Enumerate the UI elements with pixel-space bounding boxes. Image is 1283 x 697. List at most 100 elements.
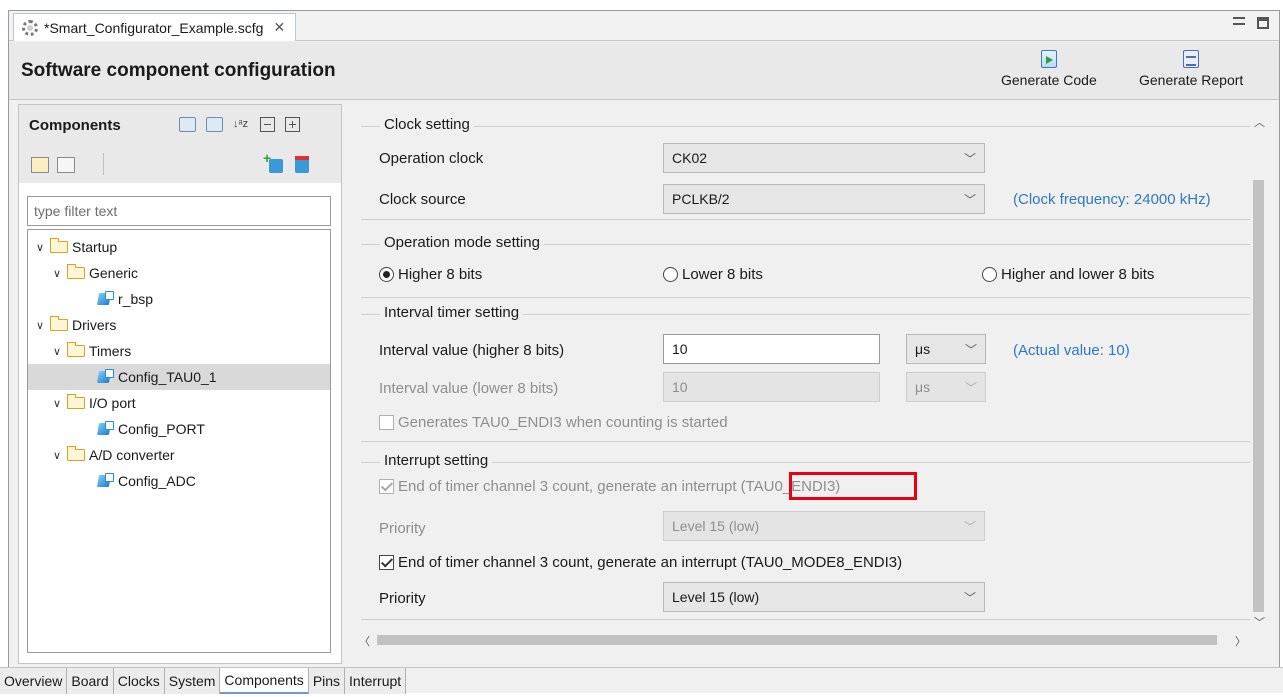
- tree-item-label: A/D converter: [89, 447, 175, 463]
- tree-item-r-bsp[interactable]: r_bsp: [28, 286, 330, 312]
- tree-item-label: Config_PORT: [118, 421, 205, 437]
- scroll-left-icon[interactable]: 〈: [359, 633, 370, 649]
- checkbox: [379, 479, 394, 494]
- clock-source-value: PCLKB/2: [672, 191, 730, 207]
- folder-icon: [50, 316, 68, 331]
- generate-report-button[interactable]: Generate Report: [1139, 50, 1243, 88]
- category-view-icon[interactable]: [31, 157, 49, 173]
- tab-board[interactable]: Board: [67, 668, 114, 694]
- tree-item-config-tau0-1[interactable]: Config_TAU0_1: [28, 364, 330, 390]
- maximize-icon[interactable]: [1257, 17, 1269, 29]
- tree-item-a-d-converter[interactable]: ∨ A/D converter: [28, 442, 330, 468]
- import-icon[interactable]: [179, 117, 196, 132]
- horizontal-scroll-thumb[interactable]: [377, 635, 1217, 645]
- radio-higher-label: Higher 8 bits: [398, 266, 483, 283]
- component-icon: [96, 473, 114, 488]
- chevron-down-icon: ﹀: [963, 519, 976, 534]
- scroll-right-icon[interactable]: 〉: [1235, 633, 1246, 649]
- chevron-down-icon[interactable]: ∨: [51, 345, 63, 358]
- generates-endi3-checkbox[interactable]: Generates TAU0_ENDI3 when counting is st…: [379, 414, 728, 431]
- interrupt-mode8-checkbox[interactable]: End of timer channel 3 count, generate a…: [379, 554, 902, 571]
- tree-item-label: Config_TAU0_1: [118, 369, 217, 385]
- folder-icon: [50, 238, 68, 253]
- components-view-toolbar: [19, 143, 341, 183]
- generate-code-button[interactable]: Generate Code: [1001, 50, 1097, 88]
- tree-item-i-o-port[interactable]: ∨ I/O port: [28, 390, 330, 416]
- scroll-down-icon[interactable]: ﹀: [1254, 614, 1265, 630]
- operation-clock-label: Operation clock: [379, 150, 484, 167]
- gear-icon: [22, 19, 38, 36]
- function-view-icon[interactable]: [57, 157, 75, 173]
- components-toolbar: ↓ᵃz: [179, 117, 300, 132]
- radio-both-label: Higher and lower 8 bits: [1001, 266, 1155, 283]
- component-tree: ∨ Startup ∨ Generic r_bsp ∨ Drivers ∨ Timers Conf…: [27, 229, 331, 653]
- checkbox: [379, 415, 394, 430]
- chevron-down-icon[interactable]: ∨: [51, 397, 63, 410]
- folder-icon: [67, 342, 85, 357]
- radio-lower-label: Lower 8 bits: [682, 266, 763, 283]
- tree-item-label: Generic: [89, 265, 139, 281]
- close-icon[interactable]: ✕: [273, 19, 285, 36]
- interrupt-endi3-checkbox[interactable]: End of timer channel 3 count, generate a…: [379, 478, 840, 495]
- interval-lower-value: 10: [672, 379, 688, 395]
- tab-interrupt[interactable]: Interrupt: [345, 668, 407, 694]
- tab-clocks[interactable]: Clocks: [113, 668, 165, 694]
- interval-higher-input[interactable]: 10: [663, 334, 880, 364]
- tree-item-generic[interactable]: ∨ Generic: [28, 260, 330, 286]
- export-icon[interactable]: [206, 117, 223, 132]
- minimize-icon[interactable]: [1233, 17, 1245, 25]
- collapse-all-icon[interactable]: [260, 117, 275, 132]
- chevron-down-icon[interactable]: ∨: [51, 449, 63, 462]
- chevron-down-icon: ﹀: [964, 342, 977, 357]
- priority2-select[interactable]: Level 15 (low) ﹀: [663, 582, 985, 612]
- chevron-down-icon: ﹀: [964, 380, 977, 395]
- generate-code-label: Generate Code: [1001, 72, 1097, 88]
- interval-lower-unit-select[interactable]: μs ﹀: [906, 372, 986, 402]
- radio-button: [379, 267, 394, 282]
- tab-pins[interactable]: Pins: [308, 668, 346, 694]
- tab-system[interactable]: System: [164, 668, 221, 694]
- tab-components[interactable]: Components: [220, 668, 309, 694]
- radio-higher-8-bits[interactable]: Higher 8 bits: [379, 266, 482, 283]
- tab-overview[interactable]: Overview: [0, 668, 68, 694]
- chevron-down-icon[interactable]: ∨: [34, 241, 46, 254]
- folder-icon: [67, 264, 85, 279]
- tree-item-config-port[interactable]: Config_PORT: [28, 416, 330, 442]
- interval-higher-unit: μs: [915, 341, 931, 357]
- expand-all-icon[interactable]: [285, 117, 300, 132]
- interval-lower-input[interactable]: 10: [663, 372, 880, 402]
- filter-input[interactable]: [27, 196, 331, 226]
- page-header: Software component configuration Generat…: [9, 42, 1279, 100]
- chevron-down-icon: ﹀: [963, 151, 976, 166]
- tree-item-startup[interactable]: ∨ Startup: [28, 234, 330, 260]
- interval-higher-value: 10: [672, 341, 688, 357]
- tree-item-drivers[interactable]: ∨ Drivers: [28, 312, 330, 338]
- priority1-select[interactable]: Level 15 (low) ﹀: [663, 511, 985, 541]
- vertical-scrollbar[interactable]: ︿ ﹀: [1250, 104, 1267, 631]
- folder-icon: [67, 446, 85, 461]
- radio-higher-and-lower[interactable]: Higher and lower 8 bits: [982, 266, 1154, 283]
- interval-higher-unit-select[interactable]: μs ﹀: [906, 334, 986, 364]
- generate-report-icon: [1183, 50, 1200, 68]
- operation-clock-select[interactable]: CK02 ﹀: [663, 143, 985, 173]
- tree-item-label: I/O port: [89, 395, 136, 411]
- priority1-label: Priority: [379, 520, 426, 537]
- tree-item-config-adc[interactable]: Config_ADC: [28, 468, 330, 494]
- clock-frequency-text: (Clock frequency: 24000 kHz): [1013, 191, 1211, 208]
- clock-source-select[interactable]: PCLKB/2 ﹀: [663, 184, 985, 214]
- add-component-icon[interactable]: [263, 150, 283, 173]
- chevron-down-icon[interactable]: ∨: [51, 267, 63, 280]
- vertical-scroll-thumb[interactable]: [1253, 180, 1264, 612]
- tree-item-timers[interactable]: ∨ Timers: [28, 338, 330, 364]
- horizontal-scrollbar[interactable]: 〈 〉: [353, 632, 1250, 648]
- scroll-up-icon[interactable]: ︿: [1254, 114, 1265, 130]
- chevron-down-icon[interactable]: ∨: [34, 319, 46, 332]
- radio-lower-8-bits[interactable]: Lower 8 bits: [663, 266, 763, 283]
- remove-component-icon[interactable]: [295, 156, 309, 173]
- configuration-panel: Clock setting Operation clock CK02 ﹀ Clo…: [353, 104, 1267, 648]
- window-controls: [1233, 17, 1269, 29]
- sort-icon[interactable]: ↓ᵃz: [233, 117, 250, 132]
- editor-tab[interactable]: *Smart_Configurator_Example.scfg ✕: [13, 13, 297, 41]
- interrupt-setting-title: Interrupt setting: [380, 452, 493, 469]
- toolbar-separator: [103, 153, 104, 175]
